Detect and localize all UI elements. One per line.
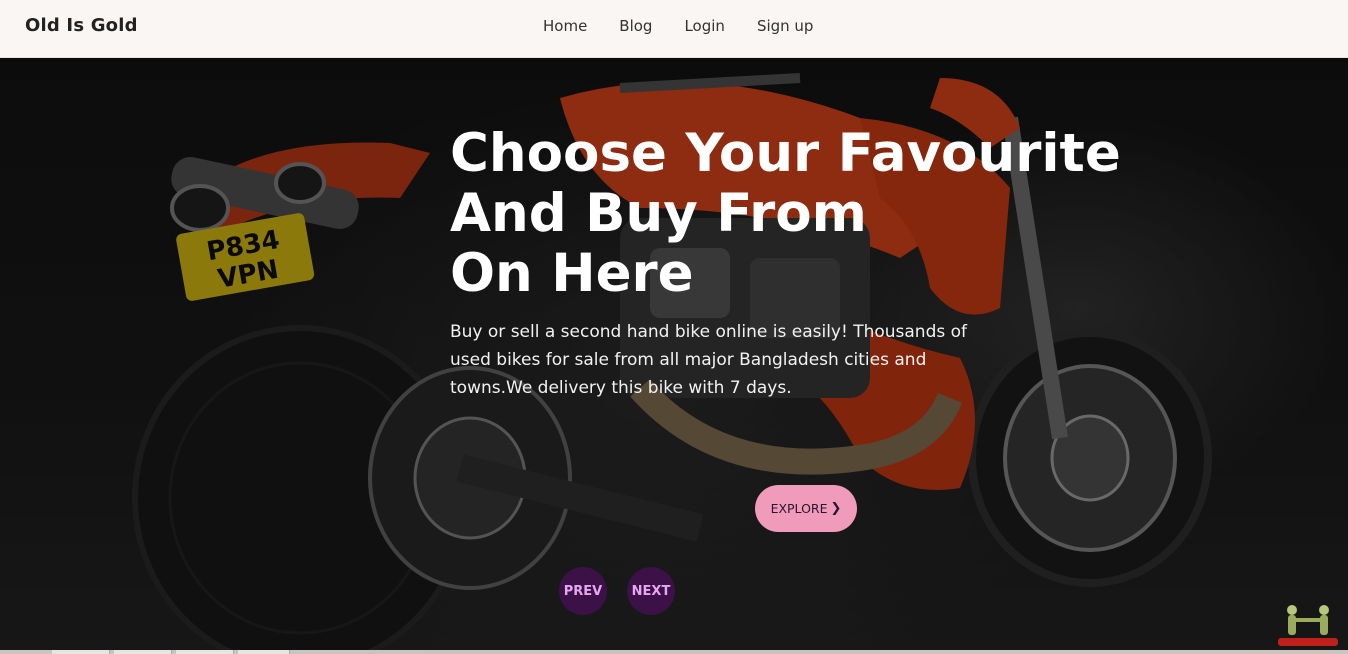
- browser-bottom-strip: [0, 650, 1348, 654]
- bottom-tab: [238, 650, 290, 654]
- bottom-tab: [114, 650, 172, 654]
- nav-link-login[interactable]: Login: [684, 17, 724, 35]
- brand-logo-text[interactable]: Old Is Gold: [25, 15, 138, 36]
- explore-button[interactable]: EXPLORE ❯: [755, 485, 857, 532]
- hero-description: Buy or sell a second hand bike online is…: [450, 322, 968, 398]
- slider-prev-button[interactable]: PREV: [559, 567, 607, 615]
- nav-link-signup[interactable]: Sign up: [757, 17, 814, 35]
- bottom-tab: [176, 650, 234, 654]
- top-navbar: Old Is Gold Home Blog Login Sign up: [0, 0, 1348, 58]
- chevron-right-icon: ❯: [830, 501, 842, 516]
- explore-button-label: EXPLORE: [770, 501, 828, 516]
- hero-slider: P834 VPN Choose Your Favourite And Buy F…: [0, 58, 1348, 650]
- bottom-tab: [52, 650, 110, 654]
- slider-next-button[interactable]: NEXT: [627, 567, 675, 615]
- nav-link-home[interactable]: Home: [543, 17, 587, 35]
- hero-headline: Choose Your Favourite And Buy From On He…: [450, 123, 1121, 304]
- nav-link-blog[interactable]: Blog: [619, 17, 652, 35]
- mascot-icon: [1278, 605, 1338, 646]
- nav-links: Home Blog Login Sign up: [543, 17, 813, 35]
